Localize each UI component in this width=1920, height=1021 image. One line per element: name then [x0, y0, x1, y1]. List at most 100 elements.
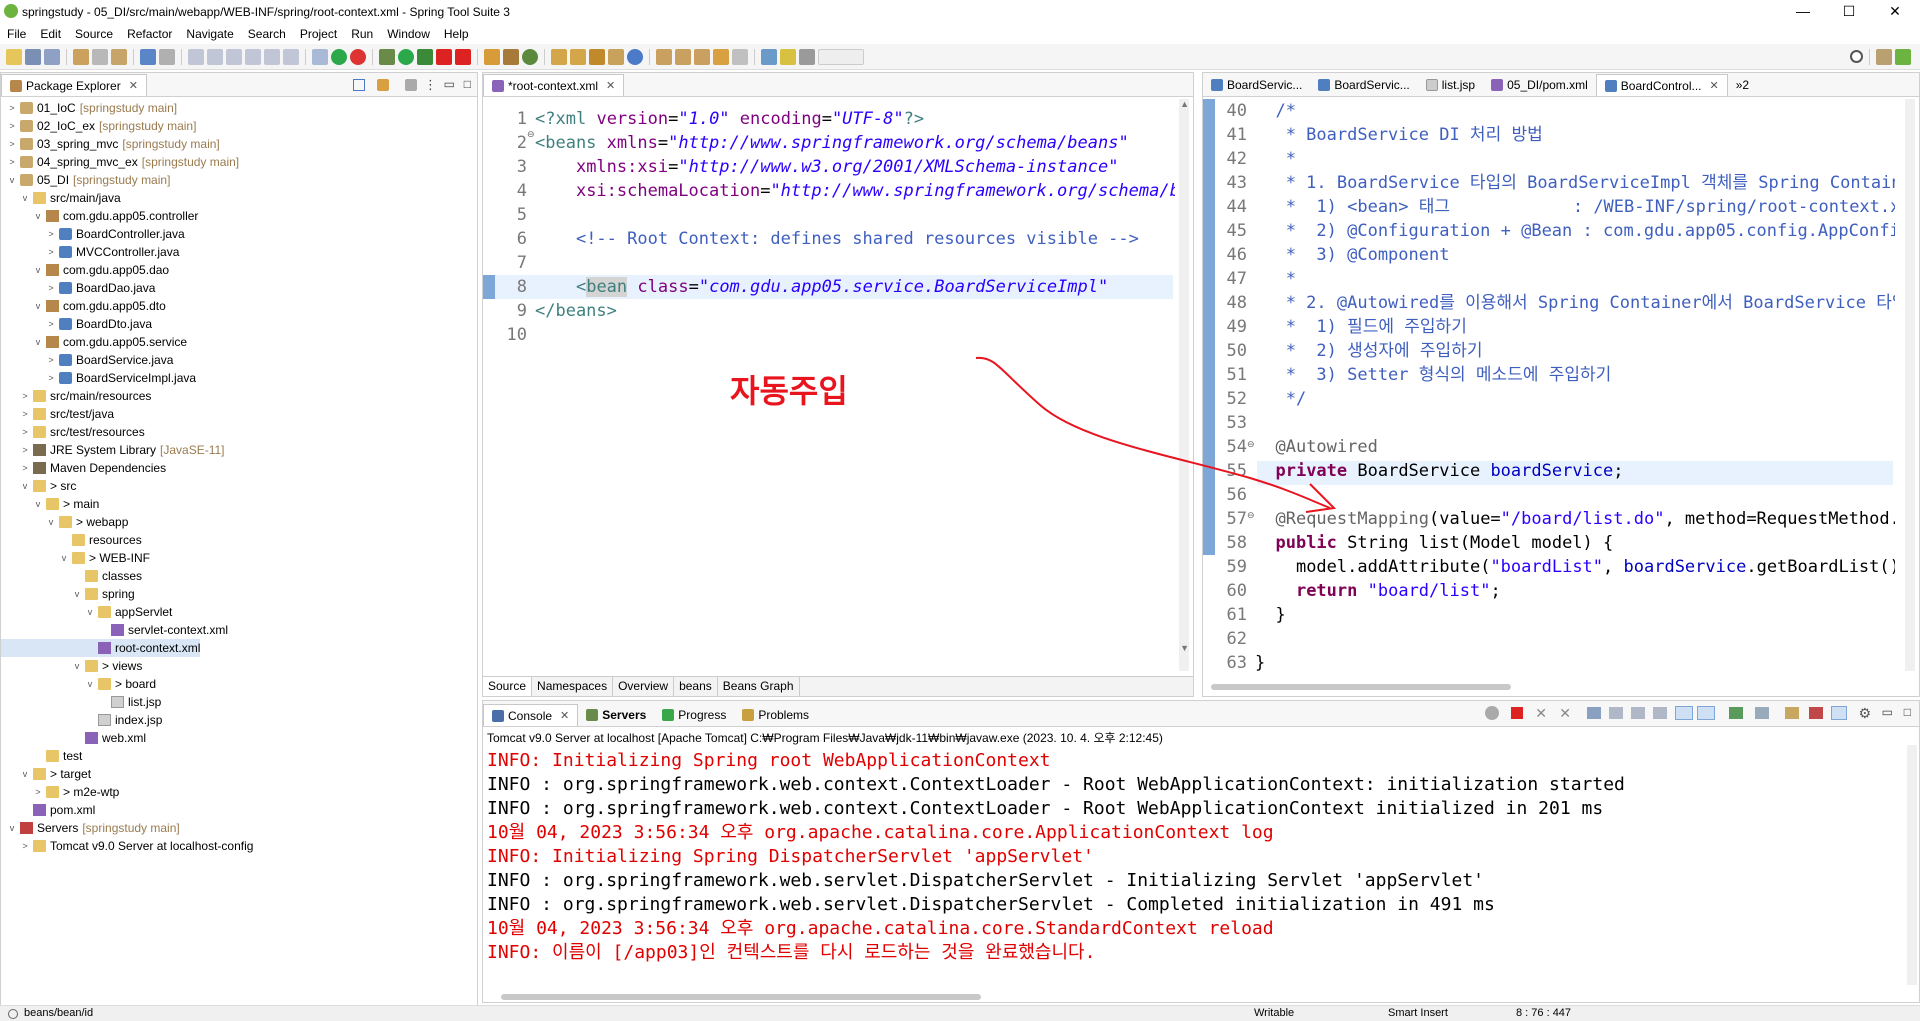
close-window-button[interactable]: ✕ [1872, 0, 1918, 24]
fold-icon[interactable]: ⊖ [1247, 439, 1255, 450]
tree-item[interactable]: v > WEB-INF [1, 549, 150, 567]
chevron-right-icon[interactable]: > [46, 355, 56, 365]
tree-item[interactable]: > BoardServiceImpl.java [1, 369, 196, 387]
menu-window[interactable]: Window [380, 27, 437, 41]
tab-console[interactable]: Console ✕ [483, 704, 579, 726]
chevron-right-icon[interactable]: > [7, 139, 17, 149]
console-output[interactable]: INFO: Initializing Spring root WebApplic… [483, 745, 1919, 985]
relaunch-icon[interactable] [350, 48, 366, 65]
fold-icon[interactable]: ⊖ [527, 129, 535, 140]
search-tool-icon[interactable] [589, 48, 605, 65]
print-icon[interactable] [92, 48, 108, 65]
run-icon[interactable] [398, 48, 414, 65]
tree-item[interactable]: v > target [1, 765, 91, 783]
maximize-button[interactable]: ☐ [1826, 0, 1872, 24]
tree-item[interactable]: > BoardService.java [1, 351, 173, 369]
tree-item[interactable]: > Maven Dependencies [1, 459, 166, 477]
step-over-icon[interactable] [283, 48, 299, 65]
tree-item[interactable]: >04_spring_mvc_ex [springstudy main] [1, 153, 239, 171]
close-tab-icon[interactable]: ✕ [606, 79, 615, 92]
tree-item[interactable]: v 05_DI [springstudy main] [1, 171, 171, 189]
step-into-icon[interactable] [264, 48, 280, 65]
menu-help[interactable]: Help [437, 27, 476, 41]
show-list-icon[interactable] [312, 48, 328, 65]
terminate-icon[interactable] [1511, 707, 1523, 719]
maximize-view-icon[interactable]: □ [1904, 705, 1911, 719]
scroll-lock-icon[interactable] [1609, 707, 1623, 719]
menu-project[interactable]: Project [293, 27, 344, 41]
scroll-down-icon[interactable]: ▼ [1180, 643, 1189, 653]
tree-item[interactable]: web.xml [1, 729, 146, 747]
console-scrollbar[interactable] [1907, 745, 1917, 985]
chevron-down-icon[interactable]: v [7, 175, 17, 185]
tree-item[interactable]: >02_IoC_ex [springstudy main] [1, 117, 196, 135]
pin-editor-icon[interactable] [761, 48, 777, 65]
coverage-icon[interactable] [455, 48, 471, 65]
tree-item[interactable]: v > board [1, 675, 156, 693]
tab-beans[interactable]: beans [674, 677, 718, 696]
remove-all-icon[interactable]: ✕ [1559, 705, 1571, 722]
java-source[interactable]: /* * BoardService DI 처리 방법 * * 1. BoardS… [1255, 99, 1895, 671]
xml-source[interactable]: <?xml version="1.0" encoding="UTF-8"?> <… [535, 107, 1175, 323]
new-class-icon[interactable] [484, 48, 500, 65]
chevron-right-icon[interactable]: > [46, 229, 56, 239]
tree-item[interactable]: classes [1, 567, 142, 585]
tab-root-context[interactable]: *root-context.xml ✕ [483, 74, 625, 96]
chevron-down-icon[interactable]: v [46, 517, 56, 527]
debug-icon[interactable] [379, 48, 395, 65]
close-icon[interactable]: ✕ [560, 709, 569, 722]
spring-boot-icon[interactable] [331, 48, 347, 65]
tree-item[interactable]: servlet-context.xml [1, 621, 228, 639]
run-external-icon[interactable] [417, 48, 433, 65]
disconnect-icon[interactable] [245, 48, 261, 65]
tab-overview[interactable]: Overview [613, 677, 675, 696]
resume-icon[interactable] [188, 48, 204, 65]
tree-item[interactable]: v spring [1, 585, 135, 603]
vertical-scrollbar[interactable] [1905, 99, 1915, 671]
tree-item[interactable]: > BoardDto.java [1, 315, 152, 333]
next-annotation-icon[interactable] [656, 48, 672, 65]
tree-item[interactable]: > MVCController.java [1, 243, 179, 261]
chevron-right-icon[interactable]: > [20, 463, 30, 473]
chevron-down-icon[interactable]: v [33, 211, 43, 221]
minimize-view-icon[interactable]: ▭ [444, 77, 455, 91]
menu-edit[interactable]: Edit [33, 27, 68, 41]
toggle-mark-icon[interactable] [780, 48, 796, 65]
open-perspective-icon[interactable] [1876, 48, 1892, 65]
ansi-icon[interactable] [1831, 706, 1847, 720]
forward-icon[interactable] [732, 48, 748, 65]
chevron-right-icon[interactable]: > [46, 373, 56, 383]
scroll-up-icon[interactable]: ▲ [1180, 99, 1189, 109]
chevron-down-icon[interactable]: v [20, 481, 30, 491]
tab-servers[interactable]: Servers [578, 704, 654, 726]
restart-icon[interactable] [1485, 706, 1499, 720]
tree-item[interactable]: v Servers [springstudy main] [1, 819, 180, 837]
tree-item[interactable]: v > views [1, 657, 143, 675]
skip-icon[interactable] [159, 48, 175, 65]
tree-item[interactable]: >03_spring_mvc [springstudy main] [1, 135, 219, 153]
tree-item[interactable]: v com.gdu.app05.service [1, 333, 187, 351]
open-type-icon[interactable] [551, 48, 567, 65]
chevron-right-icon[interactable]: > [20, 841, 30, 851]
link-editor-icon[interactable] [377, 79, 389, 91]
terminal-icon[interactable] [140, 48, 156, 65]
tree-item[interactable]: root-context.xml [1, 639, 201, 657]
tab-board-controller[interactable]: BoardControl... ✕ [1595, 74, 1728, 96]
console-horizontal-scrollbar[interactable] [501, 994, 981, 1000]
chevron-down-icon[interactable]: v [33, 337, 43, 347]
tree-item[interactable]: v > main [1, 495, 100, 513]
maximize-view-icon[interactable]: □ [464, 77, 471, 91]
close-tab-icon[interactable]: ✕ [1710, 79, 1719, 92]
gear-icon[interactable]: ⚙ [1858, 705, 1871, 722]
menu-run[interactable]: Run [344, 27, 380, 41]
open-console-icon[interactable] [1785, 707, 1799, 719]
globe-icon[interactable] [627, 48, 643, 65]
spring-perspective-icon[interactable] [1895, 48, 1911, 65]
tab-problems[interactable]: Problems [734, 704, 817, 726]
tree-item[interactable]: v > webapp [1, 513, 129, 531]
chevron-right-icon[interactable]: > [7, 157, 17, 167]
chevron-right-icon[interactable]: > [46, 247, 56, 257]
terminate-icon[interactable] [226, 48, 242, 65]
chevron-down-icon[interactable]: v [20, 193, 30, 203]
last-edit-icon[interactable] [694, 48, 710, 65]
